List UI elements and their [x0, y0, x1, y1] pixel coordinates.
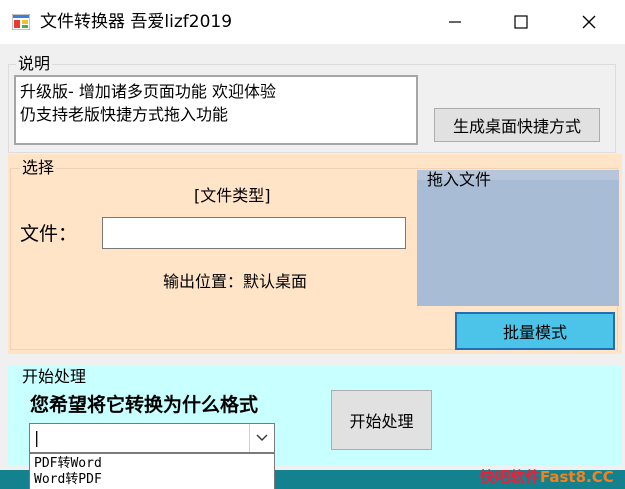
combobox-dropdown-button[interactable]	[249, 424, 274, 452]
start-process-button[interactable]: 开始处理	[331, 390, 432, 450]
watermark-part-1: 快吧软件	[480, 468, 541, 486]
title-bar[interactable]: 文件转换器 吾爱lizf2019	[0, 0, 625, 44]
create-shortcut-button[interactable]: 生成桌面快捷方式	[434, 108, 600, 142]
maximize-button[interactable]	[498, 0, 544, 44]
drop-files-area[interactable]	[417, 170, 619, 306]
format-dropdown-list[interactable]: PDF转Word Word转PDF	[29, 453, 275, 489]
description-textbox[interactable]: 升级版- 增加诸多页面功能 欢迎体验 仍支持老版快捷方式拖入功能	[14, 75, 418, 145]
app-icon	[12, 14, 30, 30]
output-location-label: 输出位置：默认桌面	[163, 272, 308, 291]
format-combobox[interactable]: |	[29, 423, 275, 453]
close-button[interactable]	[566, 0, 612, 44]
close-icon	[582, 15, 596, 29]
window-title: 文件转换器 吾爱lizf2019	[40, 12, 233, 32]
watermark-part-2: Fast8.CC	[540, 468, 614, 486]
file-path-input[interactable]	[102, 217, 406, 249]
watermark: 快吧软件Fast8.CC	[480, 466, 614, 487]
format-option-pdf-to-word[interactable]: PDF转Word	[34, 456, 270, 472]
batch-mode-button[interactable]: 批量模式	[455, 312, 615, 350]
drop-files-legend: 拖入文件	[427, 170, 492, 189]
description-legend: 说明	[16, 54, 53, 74]
select-legend: 选择	[20, 158, 57, 178]
format-question: 您希望将它转换为什么格式	[30, 394, 259, 416]
process-legend: 开始处理	[22, 367, 87, 386]
format-combobox-value: |	[34, 428, 40, 447]
minimize-button[interactable]	[432, 0, 478, 44]
chevron-down-icon	[256, 434, 268, 441]
maximize-icon	[514, 15, 528, 29]
description-line-1: 升级版- 增加诸多页面功能 欢迎体验	[20, 82, 276, 101]
file-type-label: [文件类型]	[194, 186, 271, 205]
file-label: 文件：	[20, 223, 78, 245]
format-option-word-to-pdf[interactable]: Word转PDF	[34, 472, 270, 488]
app-window: 文件转换器 吾爱lizf2019 说明 升级版- 增加诸多页面功能 欢迎体验 仍…	[0, 0, 625, 489]
minimize-icon	[449, 21, 461, 23]
description-line-2: 仍支持老版快捷方式拖入功能	[20, 105, 229, 124]
